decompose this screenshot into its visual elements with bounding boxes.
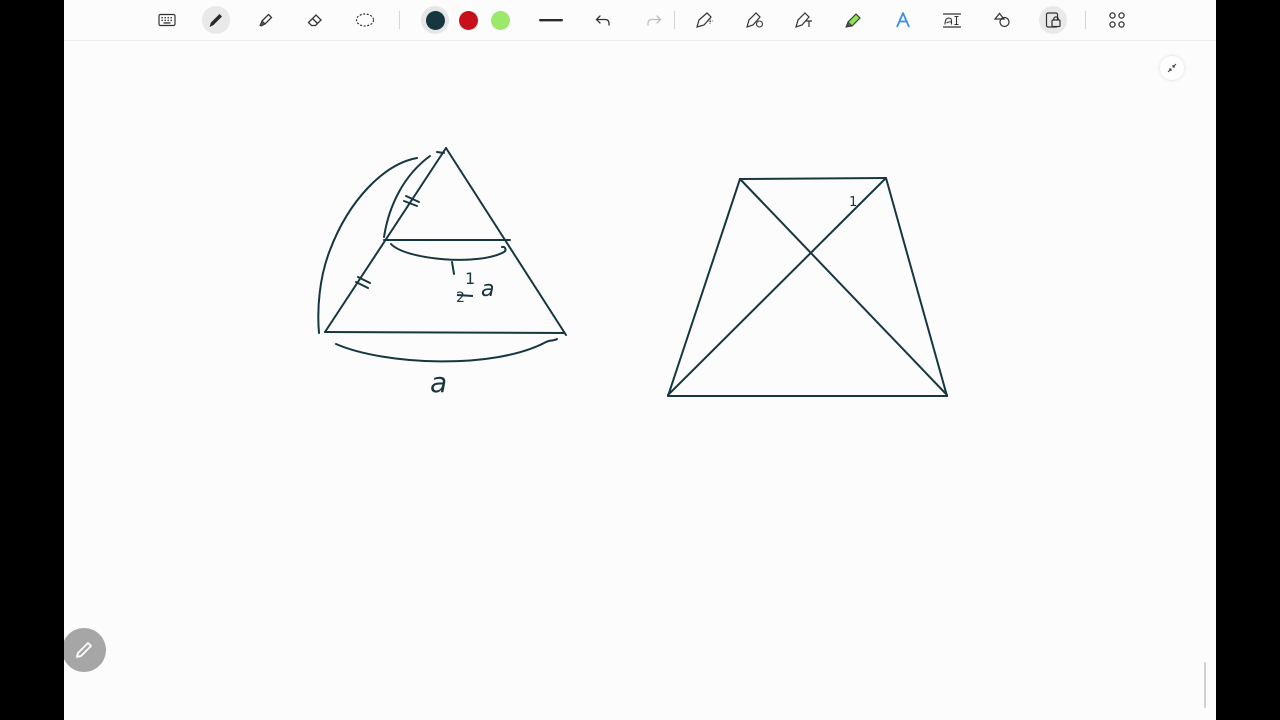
collapse-arrows-icon <box>1167 63 1177 73</box>
drawing-canvas[interactable]: 1 2 a a 1 <box>64 40 1216 720</box>
pen-settings-icon <box>746 12 764 28</box>
highlighter-icon <box>259 13 273 27</box>
eraser-icon <box>307 14 322 27</box>
triangle-right-side <box>445 147 567 336</box>
highlighter-tool-button[interactable] <box>252 6 280 34</box>
apex-tick <box>436 151 445 154</box>
half-denominator-label: 2 <box>456 290 465 306</box>
green-highlighter-button[interactable] <box>840 6 868 34</box>
midline-brace-pointer <box>451 261 455 275</box>
color-swatch-button[interactable] <box>486 6 514 34</box>
trapezoid-top <box>739 177 887 180</box>
lock-button[interactable] <box>1039 6 1067 34</box>
vertical-scrollbar[interactable] <box>1204 662 1206 708</box>
collapse-toolbar-button[interactable] <box>1160 56 1184 80</box>
text-pen-button[interactable] <box>790 6 818 34</box>
toolbar-divider <box>674 11 675 29</box>
text-format-icon <box>943 13 961 28</box>
base-brace <box>335 338 558 363</box>
shapes-icon <box>993 12 1010 28</box>
ink-layer: 1 2 a a 1 <box>317 147 948 399</box>
lock-icon <box>1045 12 1061 28</box>
pen-tool-button[interactable] <box>202 6 230 34</box>
color-swatch-button[interactable] <box>421 6 449 34</box>
shape-pen-icon <box>696 12 713 28</box>
color-red-swatch <box>458 10 478 30</box>
pencil-icon <box>76 642 92 658</box>
keyboard-icon <box>158 13 176 27</box>
shape-pen-button[interactable] <box>691 6 719 34</box>
lasso-tool-button[interactable] <box>351 6 379 34</box>
eraser-tool-button[interactable] <box>301 6 329 34</box>
redo-button[interactable] <box>640 6 668 34</box>
left-side-brace-outer <box>317 157 418 334</box>
apps-grid-button[interactable] <box>1103 6 1131 34</box>
shapes-button[interactable] <box>988 6 1016 34</box>
color-swatch-button[interactable] <box>454 6 482 34</box>
trapezoid-diagonal-2 <box>667 177 887 396</box>
text-pen-icon <box>795 12 812 28</box>
toolbar-divider <box>399 11 400 29</box>
stroke-width-icon <box>539 19 563 22</box>
color-light-green-swatch <box>490 10 510 30</box>
tick-mark-lower <box>355 276 371 289</box>
keyboard-button[interactable] <box>153 6 181 34</box>
half-numerator-label: 1 <box>465 269 475 288</box>
toolbar <box>64 0 1216 41</box>
trapezoid-left <box>667 178 741 397</box>
redo-icon <box>647 15 662 26</box>
base-label: a <box>430 366 447 399</box>
lasso-icon <box>355 13 375 27</box>
undo-button[interactable] <box>589 6 617 34</box>
toolbar-divider <box>1085 11 1086 29</box>
floating-pen-button[interactable] <box>64 628 106 672</box>
midline-brace <box>390 243 507 261</box>
color-dark-teal-swatch <box>425 10 445 30</box>
note-app: 1 2 a a 1 <box>64 0 1216 720</box>
stroke-width-button[interactable] <box>537 6 565 34</box>
text-style-button[interactable] <box>889 6 917 34</box>
triangle-base <box>324 331 565 334</box>
text-style-icon <box>896 12 910 28</box>
pen-settings-button[interactable] <box>741 6 769 34</box>
pen-icon <box>209 14 222 27</box>
half-var-label: a <box>481 277 494 302</box>
apps-grid-icon <box>1109 12 1125 28</box>
undo-icon <box>595 15 610 26</box>
text-format-button[interactable] <box>938 6 966 34</box>
trapezoid-mark-label: 1 <box>849 195 857 210</box>
green-highlighter-icon <box>845 13 861 28</box>
